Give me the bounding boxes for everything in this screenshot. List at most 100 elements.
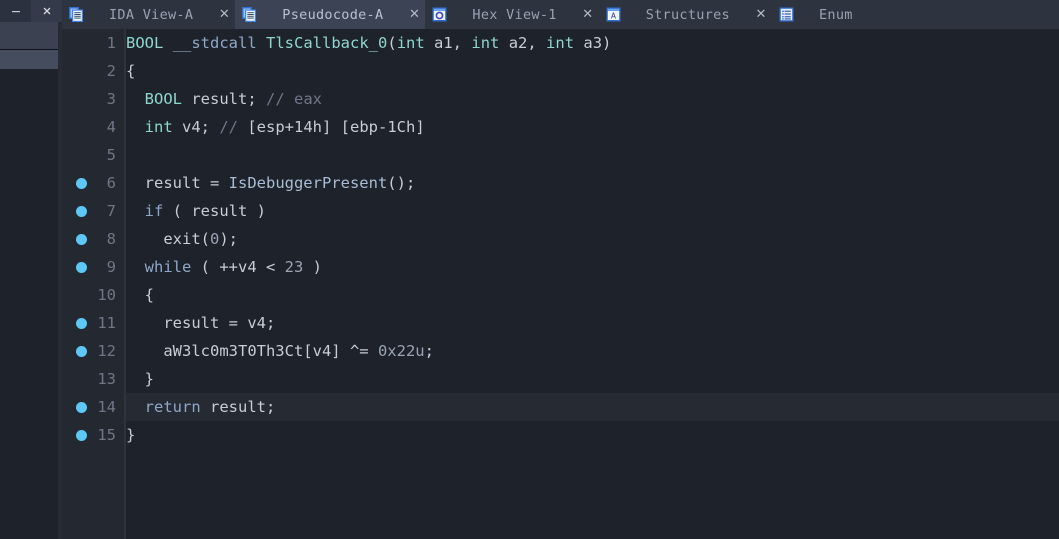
code-line[interactable]: 8 exit(0);: [76, 225, 1059, 253]
close-button[interactable]: [31, 0, 62, 22]
code-line[interactable]: 10 {: [97, 281, 1059, 309]
code-token: a3): [574, 34, 612, 52]
code-text[interactable]: {: [126, 281, 154, 309]
code-token: aW3lc0m3T0Th3Ct[v4] ^=: [126, 342, 378, 360]
code-token: a2,: [499, 34, 547, 52]
panel-splitter[interactable]: [58, 22, 62, 539]
structures-icon: A: [605, 6, 622, 23]
line-number: 10: [97, 286, 116, 304]
code-text[interactable]: return result;: [126, 393, 276, 421]
line-highlight: [126, 421, 1059, 449]
line-highlight: [126, 365, 1059, 393]
code-token: // eax: [266, 90, 322, 108]
navigator-panel-body: [0, 69, 58, 539]
close-icon: [43, 7, 50, 15]
code-token: int: [471, 34, 500, 52]
line-number: 3: [106, 90, 116, 108]
line-number: 4: [106, 118, 116, 136]
code-token: return: [144, 398, 201, 416]
document-list-icon: [68, 6, 85, 23]
code-token: }: [126, 370, 154, 388]
code-token: }: [126, 426, 136, 444]
minimize-button[interactable]: [0, 0, 31, 22]
code-token: result;: [200, 398, 276, 416]
line-number: 9: [106, 258, 116, 276]
tab-close-icon[interactable]: ✕: [403, 7, 425, 22]
code-token: ();: [387, 174, 416, 192]
line-highlight: [126, 281, 1059, 309]
line-number: 8: [106, 230, 116, 248]
code-token: ( ++v4 <: [191, 258, 285, 276]
code-line[interactable]: 5: [107, 141, 1059, 169]
line-number: 5: [106, 146, 116, 164]
code-token: a1,: [424, 34, 472, 52]
code-text[interactable]: exit(0);: [126, 225, 238, 253]
code-text[interactable]: BOOL result; // eax: [126, 85, 322, 113]
code-line[interactable]: 12 aW3lc0m3T0Th3Ct[v4] ^= 0x22u;: [76, 337, 1059, 365]
code-line[interactable]: 9 while ( ++v4 < 23 ): [76, 253, 1059, 281]
tab-label: Enum: [818, 6, 853, 23]
code-token: 0: [210, 230, 220, 248]
code-text[interactable]: aW3lc0m3T0Th3Ct[v4] ^= 0x22u;: [126, 337, 434, 365]
code-token: result;: [182, 90, 266, 108]
code-line[interactable]: 6 result = IsDebuggerPresent();: [76, 169, 1059, 197]
code-token: result = v4;: [126, 314, 276, 332]
code-token: int: [144, 118, 173, 136]
tab-enum[interactable]: Enum: [772, 0, 873, 29]
code-line[interactable]: 4 int v4; // [esp+14h] [ebp-1Ch]: [107, 113, 1059, 141]
code-token: if: [144, 202, 164, 220]
code-text[interactable]: }: [126, 365, 154, 393]
code-line[interactable]: 1 BOOL __stdcall TlsCallback_0(int a1, in…: [107, 29, 1059, 57]
tab-ida-view-a[interactable]: IDA View-A ✕: [62, 0, 235, 29]
navigator-panel[interactable]: [0, 22, 58, 539]
line-number: 11: [97, 314, 116, 332]
code-token: exit(: [126, 230, 210, 248]
line-number: 7: [106, 202, 116, 220]
code-line[interactable]: 15}: [76, 421, 1059, 449]
code-area[interactable]: 1 BOOL __stdcall TlsCallback_0(int a1, in…: [76, 29, 1059, 539]
code-token: ): [303, 258, 323, 276]
code-line[interactable]: 11 result = v4;: [76, 309, 1059, 337]
code-line[interactable]: 14 return result;: [76, 393, 1059, 421]
code-line[interactable]: 13 }: [97, 365, 1059, 393]
pseudocode-editor[interactable]: 1 BOOL __stdcall TlsCallback_0(int a1, in…: [62, 29, 1059, 539]
tab-close-icon[interactable]: ✕: [577, 7, 599, 22]
code-line[interactable]: 2{: [107, 57, 1059, 85]
tab-label: Structures: [645, 6, 730, 23]
code-text[interactable]: result = IsDebuggerPresent();: [126, 169, 416, 197]
code-token: {: [126, 286, 154, 304]
code-token: TlsCallback_0: [266, 34, 388, 52]
code-token: int: [396, 34, 425, 52]
tab-label: Hex View-1: [472, 6, 557, 23]
tab-pseudocode-a[interactable]: Pseudocode-A ✕: [235, 0, 426, 29]
tab-bar: IDA View-A ✕ Pseudocode-A ✕ Hex View-1 ✕ A Stru…: [62, 0, 1059, 29]
code-token: [esp+14h] [ebp-1Ch]: [247, 118, 425, 136]
code-text[interactable]: {: [126, 57, 135, 85]
code-token: ( result ): [163, 202, 266, 220]
tab-close-icon[interactable]: ✕: [213, 7, 235, 22]
tab-structures[interactable]: A Structures ✕: [599, 0, 772, 29]
code-text[interactable]: if ( result ): [126, 197, 266, 225]
tab-close-icon[interactable]: ✕: [750, 7, 772, 22]
code-text[interactable]: int v4; // [esp+14h] [ebp-1Ch]: [126, 113, 425, 141]
line-number: 12: [97, 342, 116, 360]
code-token: IsDebuggerPresent: [228, 174, 388, 192]
code-token: v4;: [172, 118, 220, 136]
code-text[interactable]: }: [126, 421, 135, 449]
code-text[interactable]: BOOL __stdcall TlsCallback_0(int a1, int…: [126, 29, 611, 57]
line-highlight: [126, 57, 1059, 85]
code-line[interactable]: 3 BOOL result; // eax: [107, 85, 1059, 113]
code-token: result =: [126, 174, 229, 192]
line-number: 14: [97, 398, 116, 416]
navigator-panel-row[interactable]: [0, 50, 58, 69]
code-token: ;: [424, 342, 434, 360]
code-token: 0x22u: [377, 342, 425, 360]
code-text[interactable]: result = v4;: [126, 309, 275, 337]
code-text[interactable]: while ( ++v4 < 23 ): [126, 253, 322, 281]
code-line[interactable]: 7 if ( result ): [76, 197, 1059, 225]
tab-hex-view-1[interactable]: Hex View-1 ✕: [425, 0, 598, 29]
